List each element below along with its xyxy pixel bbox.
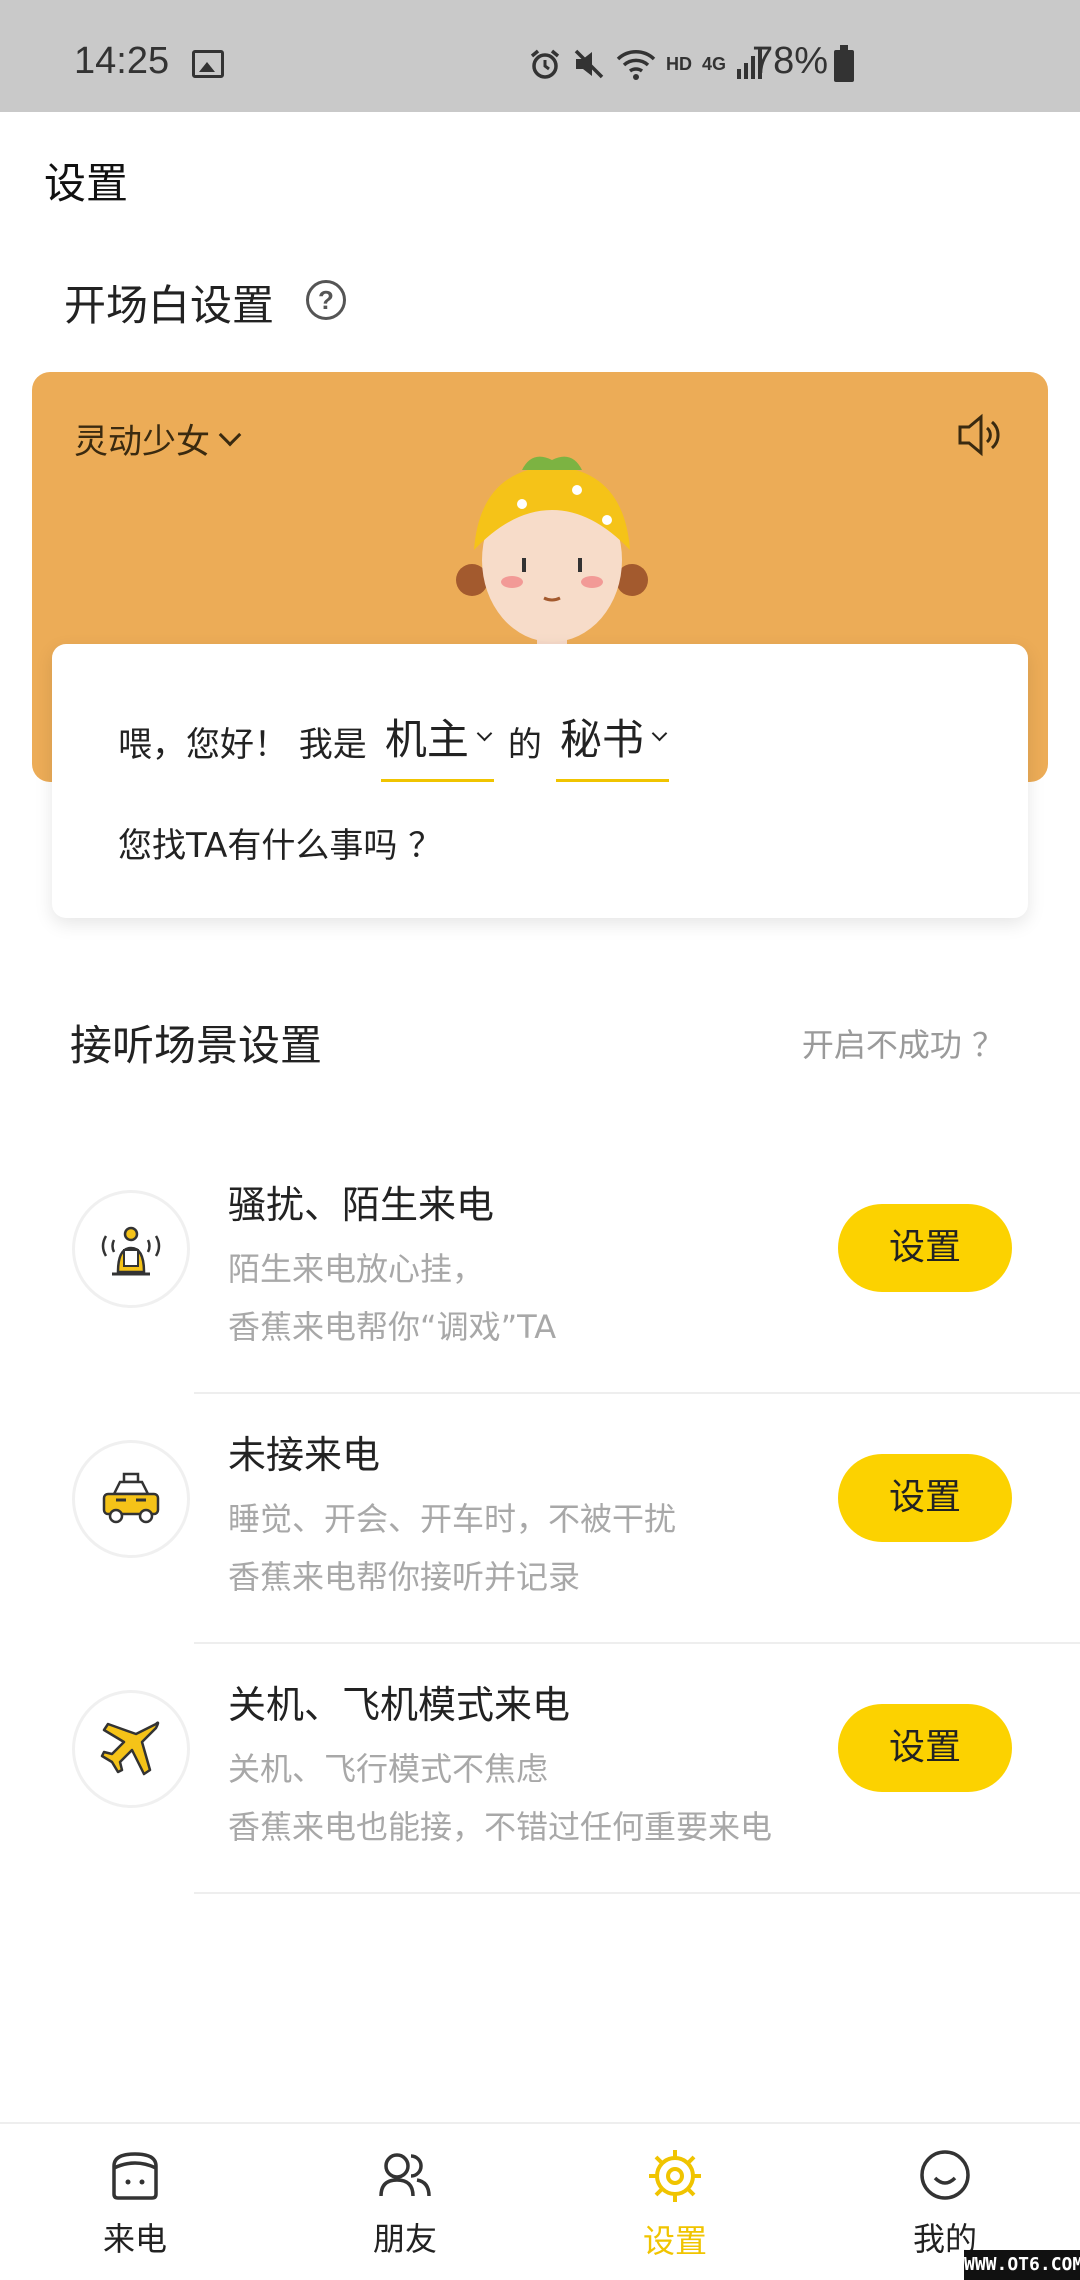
taxi-icon: [72, 1440, 190, 1558]
owner-dropdown[interactable]: 机主: [380, 706, 494, 782]
role-value: 秘书: [559, 715, 644, 764]
nav-item-friends[interactable]: 朋友: [270, 2124, 540, 2280]
greeting-line-2: 您找TA有什么事吗 ？: [118, 826, 443, 866]
row-description: 陌生来电放心挂，: [228, 1250, 485, 1288]
scenario-section-title: 接听场景设置: [70, 1021, 323, 1070]
watermark: WWW.OT6.COM: [964, 2250, 1080, 2280]
row-description: 香蕉来电帮你接听并记录: [228, 1558, 581, 1596]
row-description: 香蕉来电帮你“调戏”TA: [228, 1308, 557, 1346]
divider: [194, 1892, 1080, 1894]
nav-label: 设置: [642, 2222, 707, 2260]
greeting-line-1: 喂，您好！ 我是 机主 的 秘书: [118, 706, 683, 782]
page-title: 设置: [44, 159, 129, 208]
greeting-section-title: 开场白设置: [64, 281, 275, 330]
greeting-of: 的: [507, 725, 542, 765]
scenario-row-airplane: 关机、飞机模式来电 关机、飞行模式不焦虑 香蕉来电也能接，不错过任何重要来电 设…: [0, 1644, 1080, 1894]
greeting-text-card: 喂，您好！ 我是 机主 的 秘书 您找TA有什么事吗 ？: [52, 644, 1028, 918]
battery-percent: 78%: [752, 40, 829, 82]
owner-value: 机主: [384, 715, 469, 764]
status-bar: 14:25 HD 4G 78%: [0, 0, 1080, 112]
harassment-icon: [72, 1190, 190, 1308]
harassment-settings-button[interactable]: 设置: [838, 1204, 1012, 1292]
scenario-row-harassment: 骚扰、陌生来电 陌生来电放心挂， 香蕉来电帮你“调戏”TA 设置: [0, 1144, 1080, 1394]
row-description: 睡觉、开会、开车时，不被干扰: [228, 1500, 677, 1538]
network-hd-label: HD: [666, 53, 692, 74]
phone-icon: [112, 2152, 158, 2200]
nav-label: 来电: [102, 2220, 167, 2258]
airplane-icon: [72, 1690, 190, 1808]
friends-icon: [379, 2153, 431, 2197]
wifi-icon: [616, 50, 656, 80]
chevron-down-icon: [218, 423, 242, 446]
row-title: 骚扰、陌生来电: [228, 1183, 495, 1227]
battery-icon: [834, 45, 854, 82]
row-title: 关机、飞机模式来电: [228, 1683, 571, 1727]
voice-selector[interactable]: 灵动少女: [74, 414, 242, 463]
airplane-settings-button[interactable]: 设置: [838, 1704, 1012, 1792]
status-icons: HD 4G: [528, 44, 763, 84]
image-icon: [192, 50, 224, 78]
question-circle-icon[interactable]: ?: [306, 280, 346, 320]
nav-label: 朋友: [372, 2220, 437, 2258]
scenario-row-missed-call: 未接来电 睡觉、开会、开车时，不被干扰 香蕉来电帮你接听并记录 设置: [0, 1394, 1080, 1644]
alarm-icon: [530, 49, 560, 79]
bottom-nav: 来电 朋友 设置 我的: [0, 2122, 1080, 2280]
row-description: 关机、飞行模式不焦虑: [228, 1750, 549, 1788]
greeting-prefix: 喂，您好！ 我是: [118, 725, 367, 765]
settings-icon: [649, 2150, 701, 2202]
chevron-down-icon: [651, 725, 668, 742]
status-time: 14:25: [74, 40, 170, 82]
nav-item-calls[interactable]: 来电: [0, 2124, 270, 2280]
network-type-label: 4G: [702, 53, 727, 74]
voice-label: 灵动少女: [74, 422, 210, 462]
row-description: 香蕉来电也能接，不错过任何重要来电: [228, 1808, 773, 1846]
mute-icon: [574, 49, 604, 79]
role-dropdown[interactable]: 秘书: [555, 706, 669, 782]
help-link[interactable]: 开启不成功 ？: [802, 1020, 1004, 1066]
chevron-down-icon: [476, 725, 493, 742]
nav-item-settings[interactable]: 设置: [540, 2124, 810, 2280]
smile-icon: [920, 2150, 970, 2200]
missed-call-settings-button[interactable]: 设置: [838, 1454, 1012, 1542]
speaker-icon[interactable]: [956, 412, 1004, 458]
row-title: 未接来电: [228, 1433, 381, 1477]
